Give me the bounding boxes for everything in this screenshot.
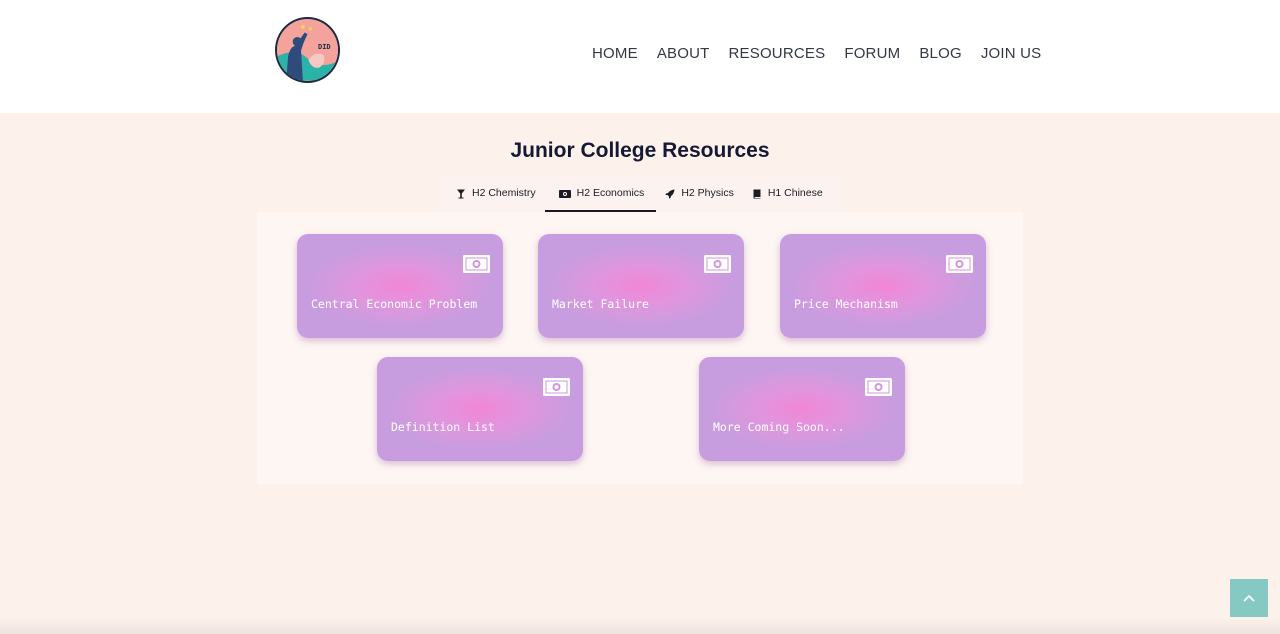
nav-about[interactable]: ABOUT (657, 45, 710, 62)
chevron-up-icon (1243, 595, 1255, 602)
resource-card-price-mechanism[interactable]: Price Mechanism (780, 234, 986, 338)
tab-h2-economics[interactable]: H2 Economics (544, 176, 657, 212)
main-nav: HOME ABOUT RESOURCES FORUM BLOG JOIN US (592, 45, 1041, 62)
site-header: DID HOME ABOUT RESOURCES FORUM BLOG JOIN… (0, 0, 1280, 113)
main-content: Junior College Resources H2 Chemistry H2… (0, 113, 1280, 634)
nav-blog[interactable]: BLOG (919, 45, 961, 62)
logo-text: DID (318, 43, 331, 51)
card-label: Market Failure (552, 297, 649, 311)
resource-card-market-failure[interactable]: Market Failure (538, 234, 744, 338)
resource-card-definition-list[interactable]: Definition List (377, 357, 583, 461)
scroll-to-top-button[interactable] (1230, 579, 1268, 617)
money-icon (543, 378, 570, 396)
money-icon (704, 255, 731, 273)
card-label: Definition List (391, 420, 495, 434)
book-icon (753, 189, 761, 199)
money-icon (946, 255, 973, 273)
tab-label: H2 Chemistry (472, 187, 536, 200)
page-title: Junior College Resources (510, 139, 770, 162)
card-label: Price Mechanism (794, 297, 898, 311)
nav-join-us[interactable]: JOIN US (981, 45, 1042, 62)
resource-card-more-coming-soon[interactable]: More Coming Soon... (699, 357, 905, 461)
bottom-shadow (0, 618, 1280, 634)
money-icon (558, 189, 571, 198)
tab-h2-chemistry[interactable]: H2 Chemistry (447, 176, 545, 211)
tab-label: H2 Economics (576, 187, 645, 200)
subject-tabs: H2 Chemistry H2 Economics H2 Physics H1 … (441, 176, 841, 212)
resource-card-central-economic-problem[interactable]: Central Economic Problem (297, 234, 503, 338)
card-label: More Coming Soon... (713, 420, 845, 434)
money-icon (463, 255, 490, 273)
rocket-icon (665, 189, 675, 198)
card-label: Central Economic Problem (311, 297, 478, 311)
nav-resources[interactable]: RESOURCES (729, 45, 826, 62)
flask-icon (457, 189, 465, 198)
tab-h2-physics[interactable]: H2 Physics (656, 176, 743, 211)
tab-label: H2 Physics (681, 187, 734, 200)
nav-forum[interactable]: FORUM (844, 45, 900, 62)
money-icon (865, 378, 892, 396)
site-logo[interactable]: DID (275, 17, 340, 83)
tab-label: H1 Chinese (767, 187, 823, 200)
tab-h1-chinese[interactable]: H1 Chinese (743, 176, 832, 211)
nav-home[interactable]: HOME (592, 45, 638, 62)
